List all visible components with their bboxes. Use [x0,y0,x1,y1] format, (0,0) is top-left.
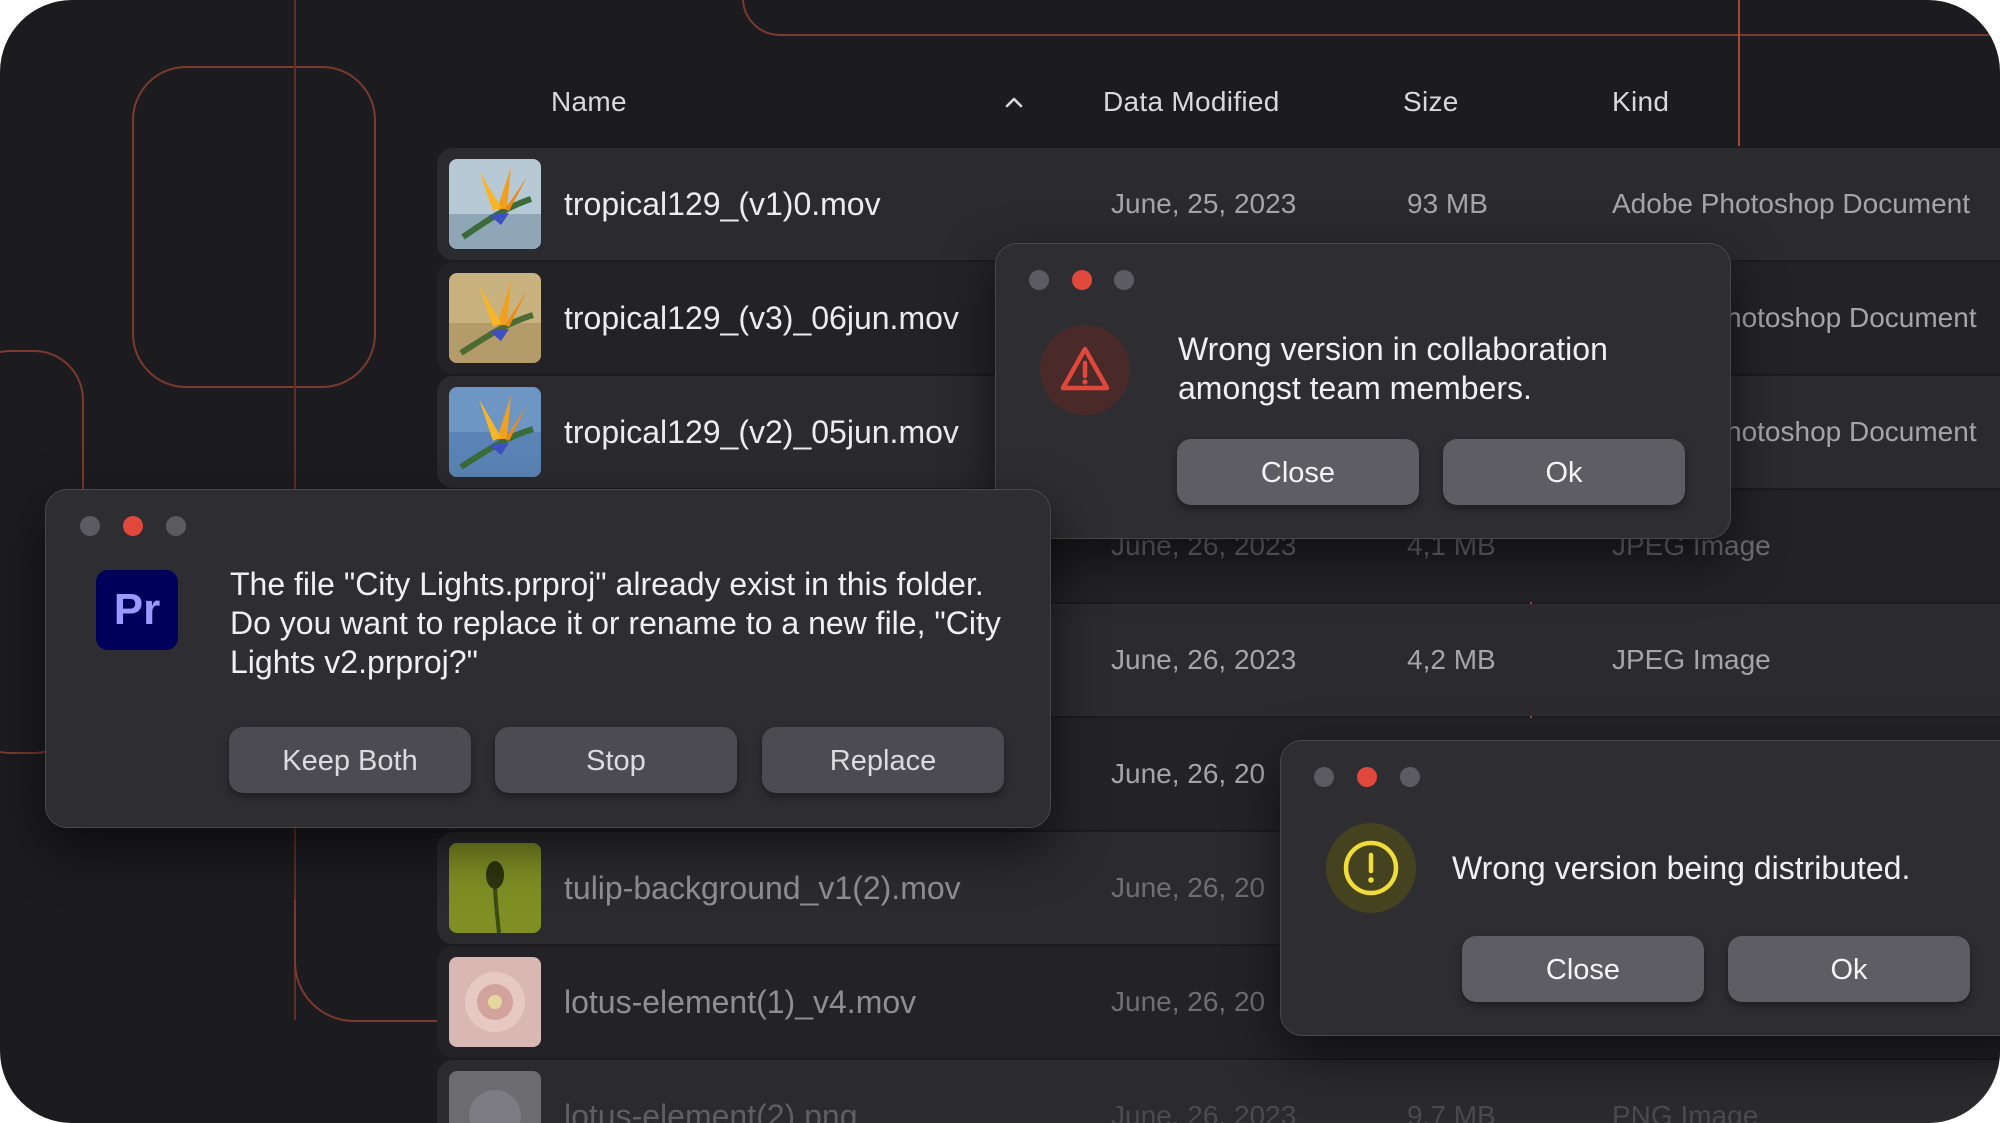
dialog-message: The file "City Lights.prproj" already ex… [230,566,1001,680]
column-header-kind[interactable]: Kind [1612,86,1669,118]
file-date: June, 25, 2023 [1111,188,1297,219]
window-minimize-control[interactable] [80,516,100,536]
replace-button[interactable]: Replace [762,727,1004,793]
file-name: tropical129_(v3)_06jun.mov [564,300,959,336]
file-date: June, 26, 2023 [1111,1100,1297,1123]
collaboration-warning-dialog: Wrong version in collaboration amongst t… [995,243,1731,539]
file-kind: Adobe Photoshop Document [1612,188,1971,219]
file-thumbnail [449,1071,541,1123]
file-name: tropical129_(v2)_05jun.mov [564,414,959,450]
file-date: June, 26, 20 [1111,872,1266,903]
column-header-name[interactable]: Name [551,86,627,118]
file-date: June, 26, 2023 [1111,644,1297,675]
file-thumbnail [449,159,541,249]
stop-button[interactable]: Stop [495,727,737,793]
file-row[interactable]: lotus-element(2).png June, 26, 2023 9,7 … [437,1060,2000,1123]
distribution-warning-dialog: Wrong version being distributed. Close O… [1280,740,2000,1036]
file-name: lotus-element(1)_v4.mov [564,984,917,1020]
window-zoom-control[interactable] [166,516,186,536]
column-header-size[interactable]: Size [1403,86,1459,118]
file-size: 9,7 MB [1407,1100,1496,1123]
ok-button[interactable]: Ok [1728,936,1970,1002]
window-close-control[interactable] [123,516,143,536]
file-name: tropical129_(v1)0.mov [564,186,881,222]
window-minimize-control[interactable] [1029,270,1049,290]
file-kind: hotoshop Document [1726,302,1977,333]
replace-file-dialog: Pr The file "City Lights.prproj" already… [45,489,1051,828]
ok-button[interactable]: Ok [1443,439,1685,505]
file-kind: hotoshop Document [1726,416,1977,447]
decorative-line [1738,0,1740,146]
column-header-modified[interactable]: Data Modified [1103,86,1280,118]
warning-triangle-icon [1040,325,1130,415]
dialog-message: Wrong version being distributed. [1452,850,1911,886]
file-date: June, 26, 20 [1111,986,1266,1017]
keep-both-button[interactable]: Keep Both [229,727,471,793]
file-thumbnail [449,387,541,477]
decorative-line [742,0,2000,36]
decorative-line [132,66,376,388]
window-zoom-control[interactable] [1114,270,1134,290]
dialog-message: Wrong version in collaboration amongst t… [1178,331,1608,406]
file-name: tulip-background_v1(2).mov [564,870,961,906]
screen-canvas: Name Data Modified Size Kind tropical129… [0,0,2000,1123]
close-button[interactable]: Close [1177,439,1419,505]
file-size: 4,2 MB [1407,644,1496,675]
close-button[interactable]: Close [1462,936,1704,1002]
file-kind: PNG Image [1612,1100,1759,1123]
file-thumbnail [449,273,541,363]
file-thumbnail [449,957,541,1047]
window-zoom-control[interactable] [1400,767,1420,787]
window-close-control[interactable] [1357,767,1377,787]
window-close-control[interactable] [1072,270,1092,290]
window-minimize-control[interactable] [1314,767,1334,787]
file-date: June, 26, 20 [1111,758,1266,789]
file-size: 93 MB [1407,188,1488,219]
file-thumbnail [449,843,541,933]
premiere-pro-app-icon: Pr [96,570,178,650]
file-kind: JPEG Image [1612,644,1771,675]
exclamation-circle-icon [1326,823,1416,913]
file-name: lotus-element(2).png [564,1098,858,1123]
sort-ascending-icon[interactable] [1000,92,1028,112]
